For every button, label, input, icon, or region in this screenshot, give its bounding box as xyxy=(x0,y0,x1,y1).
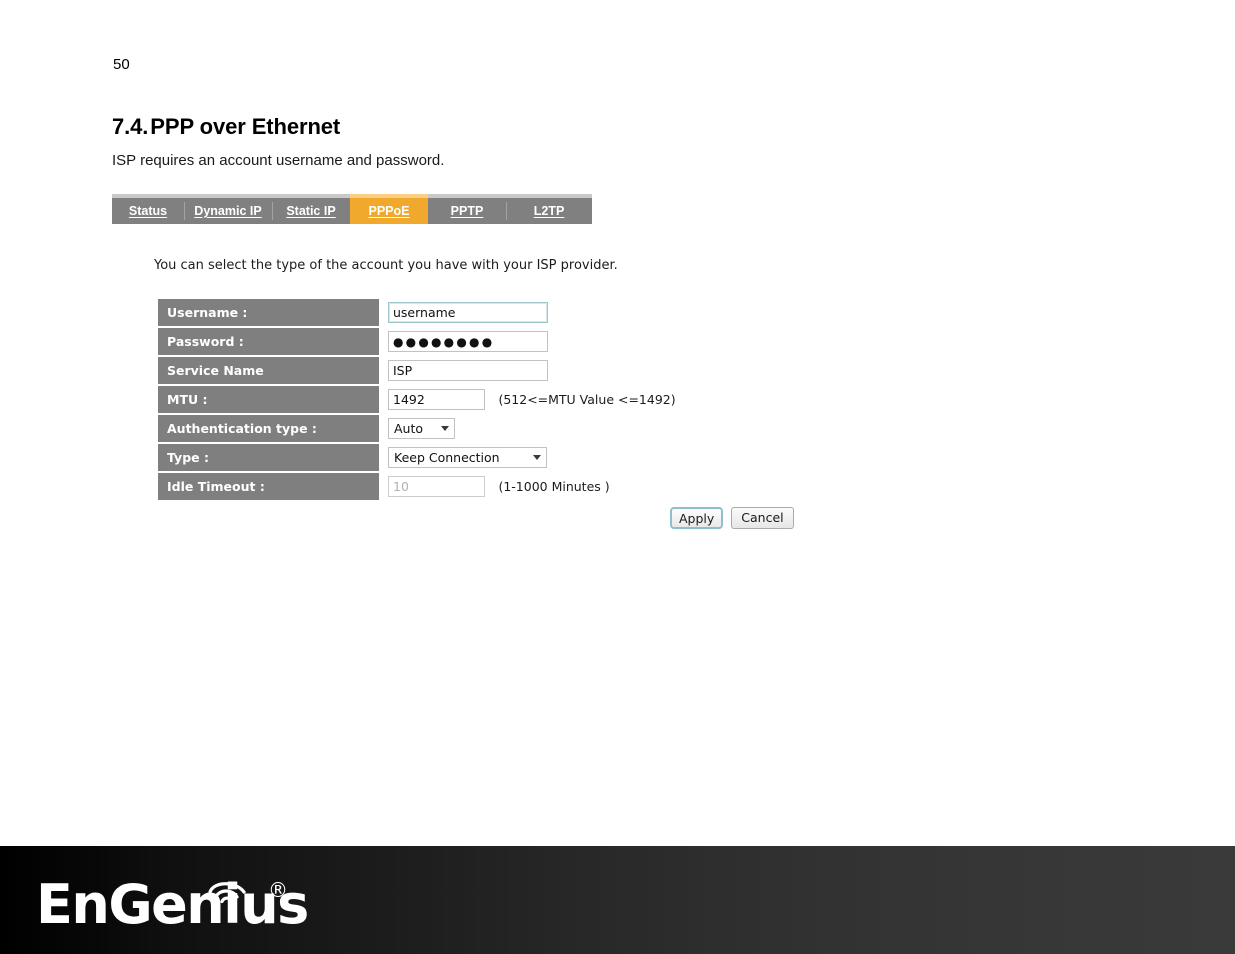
username-input[interactable] xyxy=(388,302,548,323)
tab-pptp[interactable]: PPTP xyxy=(428,198,506,224)
page-footer: EnGenius ® xyxy=(0,846,1235,954)
field-type-cell: Keep Connection xyxy=(379,444,676,471)
field-service-name-cell xyxy=(379,357,676,384)
engenius-logo: EnGenius ® xyxy=(36,874,336,936)
ui-note-text: You can select the type of the account y… xyxy=(154,258,618,273)
tab-static-ip[interactable]: Static IP xyxy=(272,198,350,224)
cancel-button[interactable]: Cancel xyxy=(731,507,794,529)
pppoe-settings-form: Username : Password : Service Name MTU : xyxy=(158,297,676,502)
field-idle-timeout-cell: (1-1000 Minutes ) xyxy=(379,473,676,500)
mtu-input[interactable] xyxy=(388,389,485,410)
table-row: Type : Keep Connection xyxy=(158,444,676,471)
section-intro-text: ISP requires an account username and pas… xyxy=(112,152,445,169)
page-title: 7.4.PPP over Ethernet xyxy=(112,114,340,140)
wifi-signal-icon xyxy=(208,882,246,904)
label-password: Password : xyxy=(158,328,379,355)
chevron-down-icon xyxy=(533,455,541,460)
router-admin-ui: Status Dynamic IP Static IP PPPoE PPTP L… xyxy=(112,194,812,529)
table-row: Authentication type : Auto xyxy=(158,415,676,442)
idle-timeout-input[interactable] xyxy=(388,476,485,497)
idle-timeout-range-hint: (1-1000 Minutes ) xyxy=(498,479,610,494)
apply-button[interactable]: Apply xyxy=(670,507,724,529)
tab-pppoe[interactable]: PPPoE xyxy=(350,194,428,224)
heading-text: PPP over Ethernet xyxy=(150,114,341,139)
chevron-down-icon xyxy=(441,426,449,431)
label-type: Type : xyxy=(158,444,379,471)
password-input[interactable] xyxy=(388,331,548,352)
field-username-cell xyxy=(379,299,676,326)
field-authentication-type-cell: Auto xyxy=(379,415,676,442)
heading-number: 7.4. xyxy=(112,114,149,139)
tab-status[interactable]: Status xyxy=(112,198,184,224)
table-row: Password : xyxy=(158,328,676,355)
label-username: Username : xyxy=(158,299,379,326)
wan-type-tabbar: Status Dynamic IP Static IP PPPoE PPTP L… xyxy=(112,194,592,224)
label-service-name: Service Name xyxy=(158,357,379,384)
label-idle-timeout: Idle Timeout : xyxy=(158,473,379,500)
field-mtu-cell: (512<=MTU Value <=1492) xyxy=(379,386,676,413)
table-row: Idle Timeout : (1-1000 Minutes ) xyxy=(158,473,676,500)
tab-l2tp[interactable]: L2TP xyxy=(506,198,592,224)
table-row: Username : xyxy=(158,299,676,326)
field-password-cell xyxy=(379,328,676,355)
connection-type-value: Keep Connection xyxy=(394,450,500,465)
service-name-input[interactable] xyxy=(388,360,548,381)
page-number: 50 xyxy=(113,56,130,73)
authentication-type-value: Auto xyxy=(394,421,424,436)
authentication-type-select[interactable]: Auto xyxy=(388,418,455,439)
label-authentication-type: Authentication type : xyxy=(158,415,379,442)
label-mtu: MTU : xyxy=(158,386,379,413)
table-row: MTU : (512<=MTU Value <=1492) xyxy=(158,386,676,413)
tab-dynamic-ip[interactable]: Dynamic IP xyxy=(184,198,272,224)
table-row: Service Name xyxy=(158,357,676,384)
form-action-buttons: Apply Cancel xyxy=(670,507,794,529)
mtu-range-hint: (512<=MTU Value <=1492) xyxy=(498,392,676,407)
registered-trademark-symbol: ® xyxy=(268,878,288,902)
connection-type-select[interactable]: Keep Connection xyxy=(388,447,547,468)
